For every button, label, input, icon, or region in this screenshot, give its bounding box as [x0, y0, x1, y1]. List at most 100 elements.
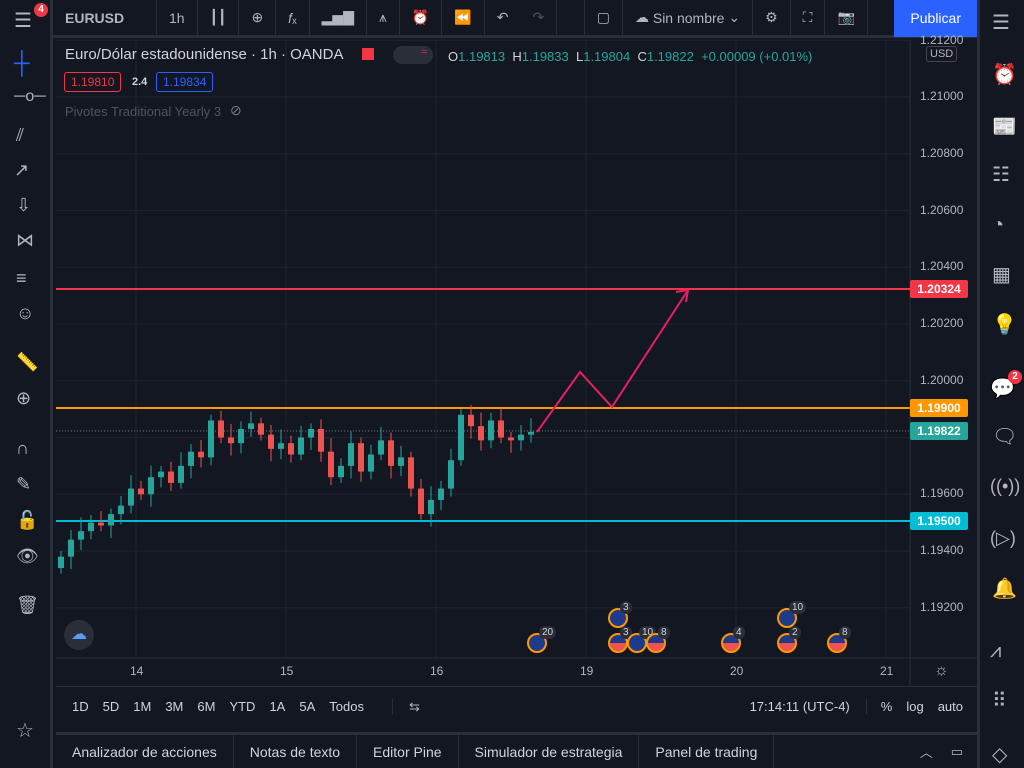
bottom-panel-tabs: Analizador de acciones Notas de texto Edit…: [56, 732, 977, 768]
price-tick: 1.19200: [920, 599, 964, 614]
candle-body: [508, 437, 514, 441]
collapse-icon[interactable]: ︿: [920, 742, 933, 761]
sell-button[interactable]: 1.19810: [64, 72, 122, 92]
bottom-tab[interactable]: Notas de texto: [234, 735, 358, 768]
range-1d[interactable]: 1D: [72, 699, 89, 714]
level-label-orange: 1.19900: [910, 399, 968, 417]
candle-body: [528, 431, 534, 435]
tradingview-logo-icon[interactable]: ☁: [64, 620, 94, 650]
range-ytd[interactable]: YTD: [229, 699, 255, 714]
candle-body: [498, 420, 504, 438]
price-tick: 1.20400: [920, 259, 964, 274]
candle-body: [468, 414, 474, 427]
candle-body: [98, 522, 104, 526]
candle-body: [518, 434, 524, 441]
bottom-tab[interactable]: Panel de trading: [639, 735, 775, 768]
candle-body: [178, 465, 184, 483]
event-count: 2: [789, 626, 801, 639]
candle-body: [148, 477, 154, 495]
bottom-tab[interactable]: Analizador de acciones: [56, 735, 234, 768]
eye-hidden-icon[interactable]: ⊘: [230, 102, 242, 119]
toggle-icon[interactable]: ≈: [393, 46, 433, 64]
event-count: 4: [733, 626, 745, 639]
currency-badge[interactable]: USD: [926, 46, 958, 62]
chart-title: Euro/Dólar estadounidense · 1h · OANDA: [65, 46, 344, 63]
candle-body: [368, 454, 374, 472]
candle-body: [388, 440, 394, 466]
clock[interactable]: 17:14:11 (UTC-4): [750, 699, 867, 714]
candle-body: [228, 437, 234, 444]
candle-body: [328, 451, 334, 478]
spread: 2.4: [132, 76, 148, 88]
range-1m[interactable]: 1M: [133, 699, 151, 714]
time-tick: 15: [280, 664, 294, 678]
candle-body: [428, 499, 434, 515]
candle-body: [408, 457, 414, 489]
axis-settings-icon[interactable]: ☼: [934, 662, 949, 680]
candle-body: [78, 531, 84, 540]
event-count: 8: [658, 626, 670, 639]
level-label-cyan: 1.19500: [910, 512, 968, 530]
range-5a[interactable]: 5A: [299, 699, 315, 714]
candle-body: [158, 471, 164, 478]
range-6m[interactable]: 6M: [197, 699, 215, 714]
log-toggle[interactable]: log: [906, 699, 923, 714]
time-tick: 16: [430, 664, 444, 678]
candle-body: [218, 420, 224, 438]
range-todos[interactable]: Todos: [329, 699, 364, 714]
candle-body: [258, 423, 264, 435]
candle-body: [478, 426, 484, 441]
candle-body: [208, 420, 214, 458]
price-tick: 1.21000: [920, 89, 964, 103]
bottom-tab[interactable]: Editor Pine: [357, 735, 459, 768]
time-tick: 19: [580, 664, 594, 678]
event-count: 20: [539, 626, 557, 639]
date-range-icon[interactable]: ⇆: [391, 698, 420, 715]
candle-body: [68, 539, 74, 557]
time-tick: 14: [130, 664, 144, 678]
indicator-label: Pivotes Traditional Yearly 3: [65, 104, 222, 119]
candle-body: [298, 437, 304, 455]
flag-icon[interactable]: [362, 48, 374, 60]
candle-body: [398, 457, 404, 466]
candle-body: [488, 420, 494, 441]
price-tick: 1.20800: [920, 145, 964, 160]
projection-path: [536, 289, 689, 433]
candle-body: [338, 465, 344, 478]
candle-body: [308, 428, 314, 438]
price-tick: 1.20000: [920, 372, 964, 387]
candle-body: [358, 443, 364, 472]
price-tick: 1.20200: [920, 316, 964, 330]
candle-body: [378, 440, 384, 455]
percent-toggle[interactable]: %: [881, 699, 893, 714]
candle-body: [248, 423, 254, 429]
bottom-tab[interactable]: Simulador de estrategia: [459, 735, 640, 768]
candle-body: [458, 414, 464, 461]
maximize-icon[interactable]: ▭: [951, 744, 963, 760]
buy-button[interactable]: 1.19834: [156, 72, 214, 92]
event-count: 10: [789, 601, 807, 614]
candle-body: [348, 443, 354, 466]
level-label-red: 1.20324: [910, 280, 968, 298]
candle-body: [418, 488, 424, 515]
candle-body: [268, 434, 274, 449]
ohlc-legend: O1.19813 H1.19833 L1.19804 C1.19822 +0.0…: [448, 49, 813, 64]
price-tick: 1.19600: [920, 486, 964, 501]
time-tick: 21: [880, 664, 894, 678]
candle-body: [448, 460, 454, 489]
range-3m[interactable]: 3M: [165, 699, 183, 714]
range-bar: 1D 5D 1M 3M 6M YTD 1A 5A Todos ⇆ 17:14:11 (UTC-4…: [56, 686, 977, 726]
candle-body: [438, 488, 444, 500]
time-tick: 20: [730, 664, 744, 678]
event-count: 8: [839, 626, 851, 639]
candle-body: [318, 428, 324, 452]
candle-body: [198, 451, 204, 458]
candle-body: [58, 556, 64, 569]
candle-body: [118, 505, 124, 515]
candle-body: [138, 488, 144, 495]
range-5d[interactable]: 5D: [103, 699, 120, 714]
candle-body: [88, 522, 94, 532]
auto-toggle[interactable]: auto: [938, 699, 963, 714]
range-1a[interactable]: 1A: [269, 699, 285, 714]
candle-body: [278, 443, 284, 449]
